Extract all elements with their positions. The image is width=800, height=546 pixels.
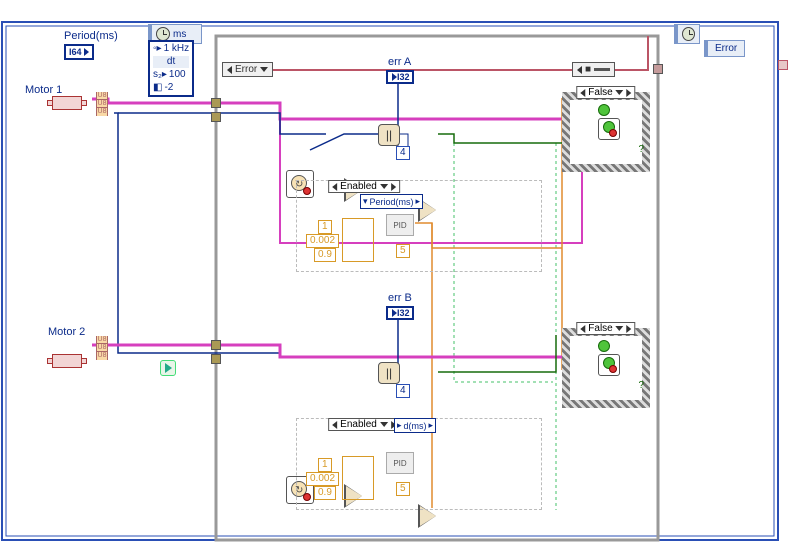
chevron-down-icon xyxy=(260,67,268,72)
timing-config-cluster[interactable]: ◦▸1 kHz dt s₂▸100 ◧-2 xyxy=(148,40,194,97)
tunnel xyxy=(211,112,221,122)
motor1-label: Motor 1 xyxy=(25,84,62,96)
status-led-b xyxy=(598,340,610,352)
chevron-left-icon xyxy=(580,89,585,97)
pid-a-node[interactable]: PID xyxy=(386,214,414,236)
dt-value: 100 xyxy=(169,69,186,81)
err-a-label: err A xyxy=(388,56,411,68)
ki-a: 0.002 xyxy=(306,234,339,248)
err-a-type: I32 xyxy=(397,72,410,82)
period-prop-b[interactable]: ▸d(ms)▸ xyxy=(394,418,436,433)
clock-icon xyxy=(682,27,695,41)
case-structure-b: False ? xyxy=(562,328,650,408)
chevron-left-icon xyxy=(577,66,582,74)
kd-b: 0.9 xyxy=(314,486,336,500)
unbundle-cell: U8 xyxy=(97,100,107,108)
period-label: Period(ms) xyxy=(64,30,118,42)
chevron-left-icon xyxy=(227,66,232,74)
const-4-b: 4 xyxy=(396,384,410,398)
chevron-down-icon xyxy=(616,90,624,95)
enabled-label-a: Enabled xyxy=(340,181,377,192)
chevron-left-icon xyxy=(332,183,337,191)
case-a-selector[interactable]: False xyxy=(576,86,635,99)
error-terminal-right[interactable]: Error xyxy=(704,40,745,57)
clock-icon xyxy=(156,27,170,41)
chevron-down-icon xyxy=(380,422,388,427)
error-right-label: Error xyxy=(715,43,737,54)
case-a-q-terminal: ? xyxy=(638,144,644,155)
err-b-label: err B xyxy=(388,292,412,304)
timing-rate: 1 kHz xyxy=(164,43,190,55)
kp-b: 1 xyxy=(318,458,332,472)
motor1-control[interactable] xyxy=(52,96,82,110)
out5-b: 5 xyxy=(396,482,410,496)
chevron-right-icon xyxy=(627,325,632,333)
error-tunnel xyxy=(778,60,788,70)
neg2-const: -2 xyxy=(164,82,173,94)
case-b-q-terminal: ? xyxy=(638,380,644,391)
err-a-indicator[interactable]: I32 xyxy=(386,70,414,84)
out5-a: 5 xyxy=(396,244,410,258)
motor1-unbundle[interactable]: U8 U8 U8 xyxy=(96,92,108,116)
case-a-label: False xyxy=(588,87,612,98)
period-prop-a-label: Period(ms) xyxy=(370,197,414,207)
err-b-indicator[interactable]: I32 xyxy=(386,306,414,320)
kp-a: 1 xyxy=(318,220,332,234)
amp-node[interactable] xyxy=(160,360,176,376)
abs-a-node[interactable]: || xyxy=(378,124,400,146)
chevron-right-icon xyxy=(627,89,632,97)
unbundle-cell: U8 xyxy=(97,92,107,100)
dt-label: dt xyxy=(153,56,189,68)
timed-loop-header-right xyxy=(674,24,700,44)
status-led-a xyxy=(598,104,610,116)
case-b-selector[interactable]: False xyxy=(576,322,635,335)
period-prop-b-label: d(ms) xyxy=(404,421,427,431)
timing-unit: ms xyxy=(173,29,186,40)
enabled-label-b: Enabled xyxy=(340,419,377,430)
period-prop-a[interactable]: ▾Period(ms)▸ xyxy=(360,194,423,209)
err-b-type: I32 xyxy=(397,308,410,318)
pid-b-node[interactable]: PID xyxy=(386,452,414,474)
error-left-label: Error xyxy=(235,64,257,75)
abs-b-node[interactable]: || xyxy=(378,362,400,384)
motor2-control[interactable] xyxy=(52,354,82,368)
chevron-right-icon xyxy=(391,183,396,191)
chevron-down-icon xyxy=(616,326,624,331)
ki-b: 0.002 xyxy=(306,472,339,486)
pid-cluster-a xyxy=(342,218,374,262)
unbundle-cell: U8 xyxy=(97,344,107,352)
enabled-selector-a[interactable]: Enabled xyxy=(328,180,400,193)
period-control[interactable]: I64 xyxy=(64,44,94,60)
motor-run-a-node[interactable] xyxy=(598,118,620,140)
tunnel-error xyxy=(653,64,663,74)
motor2-unbundle[interactable]: U8 U8 U8 xyxy=(96,336,108,360)
error-selector-left[interactable]: Error xyxy=(222,62,273,77)
const-4-a: 4 xyxy=(396,146,410,160)
chevron-down-icon xyxy=(380,184,388,189)
i64-type: I64 xyxy=(69,47,82,57)
tunnel xyxy=(211,340,221,350)
chevron-left-icon xyxy=(580,325,585,333)
kd-a: 0.9 xyxy=(314,248,336,262)
selector-right-small[interactable]: ■ xyxy=(572,62,615,77)
unbundle-cell: U8 xyxy=(97,108,107,116)
tunnel xyxy=(211,98,221,108)
enabled-selector-b[interactable]: Enabled xyxy=(328,418,400,431)
chevron-left-icon xyxy=(332,421,337,429)
motor-run-b-node[interactable] xyxy=(598,354,620,376)
terminal-arrow-icon xyxy=(84,48,89,56)
motor2-label: Motor 2 xyxy=(48,326,85,338)
case-b-label: False xyxy=(588,323,612,334)
unbundle-cell: U8 xyxy=(97,352,107,360)
tunnel xyxy=(211,354,221,364)
case-structure-a: False ? xyxy=(562,92,650,172)
error-sel-marker: ■ xyxy=(585,64,591,75)
pid-cluster-b xyxy=(342,456,374,500)
unbundle-cell: U8 xyxy=(97,336,107,344)
